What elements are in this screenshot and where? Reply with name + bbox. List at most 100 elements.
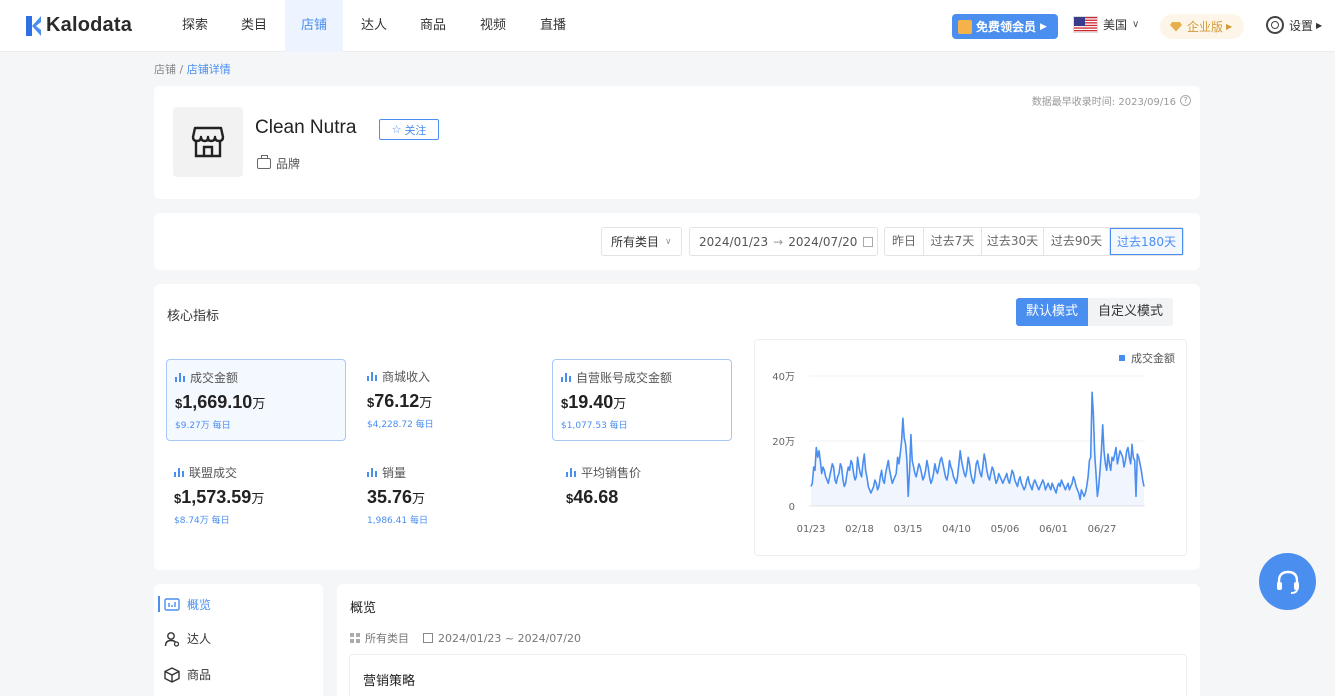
core-metrics-title: 核心指标 bbox=[167, 309, 220, 324]
headset-icon bbox=[1276, 570, 1299, 594]
box-icon bbox=[164, 666, 180, 683]
x-tick-label: 06/27 bbox=[1088, 524, 1117, 535]
legend-swatch bbox=[1119, 355, 1125, 361]
metric-card-affiliate[interactable]: 联盟成交 $1,573.59万 $8.74万 每日 bbox=[166, 455, 346, 537]
chart-svg: 40万 20万 001/23 02/18 03/15 04/10 05/06 06/01 06/… bbox=[772, 372, 1145, 535]
metric-daily: $1,077.53 每日 bbox=[561, 421, 628, 431]
sidebar-item-creators[interactable]: 达人 bbox=[164, 630, 211, 647]
free-vip-button[interactable]: 免费领会员 ▶ bbox=[952, 14, 1058, 39]
free-vip-label: 免费领会员 bbox=[976, 20, 1037, 34]
x-tick-label: 01/23 bbox=[797, 524, 826, 535]
nav-item-video[interactable]: 视频 bbox=[467, 0, 519, 52]
range-yesterday[interactable]: 昨日 bbox=[885, 228, 924, 255]
metric-value: 46.68 bbox=[573, 487, 619, 507]
metric-label: 成交金额 bbox=[190, 371, 239, 385]
overview-meta: 所有类目 2024/01/23 ~ 2024/07/20 bbox=[350, 630, 581, 646]
metric-card-avg-price[interactable]: 平均销售价 $46.68 bbox=[558, 455, 738, 537]
store-header-card: Clean Nutra ☆ 关注 品牌 数据最早收录时间: 2023/09/16… bbox=[154, 86, 1200, 199]
x-tick-label: 02/18 bbox=[845, 524, 874, 535]
data-note-text: 数据最早收录时间: 2023/09/16 bbox=[1031, 97, 1176, 108]
metric-unit: 万 bbox=[412, 491, 426, 506]
star-icon: ☆ bbox=[391, 123, 402, 136]
legend-label: 成交金额 bbox=[1131, 352, 1175, 365]
follow-button[interactable]: ☆ 关注 bbox=[379, 119, 439, 140]
metric-card-gmv[interactable]: 成交金额 $1,669.10万 $9.27万 每日 bbox=[166, 359, 346, 441]
customer-support-button[interactable] bbox=[1259, 553, 1316, 610]
diamond-icon bbox=[1170, 21, 1182, 32]
category-select[interactable]: 所有类目 ∨ bbox=[601, 227, 682, 256]
nav-item-live[interactable]: 直播 bbox=[527, 0, 579, 52]
mode-toggle: 默认模式 自定义模式 bbox=[1016, 298, 1174, 326]
metric-card-units-sold[interactable]: 销量 35.76万 1,986.41 每日 bbox=[359, 455, 539, 537]
gear-icon bbox=[1266, 16, 1284, 34]
store-name: Clean Nutra bbox=[255, 117, 357, 138]
metric-label-row: 销量 bbox=[367, 464, 531, 481]
region-selector[interactable]: 美国 ∨ bbox=[1073, 16, 1139, 33]
chart-legend: 成交金额 bbox=[1119, 350, 1175, 366]
metric-daily: $9.27万 每日 bbox=[175, 421, 231, 431]
breadcrumb-parent[interactable]: 店铺 bbox=[154, 63, 176, 76]
logo-text: Kalodata bbox=[46, 14, 133, 36]
logo-mark-icon bbox=[26, 15, 42, 36]
caret-right-icon: ▶ bbox=[1316, 20, 1323, 30]
gift-icon bbox=[958, 19, 972, 34]
filter-bar: 所有类目 ∨ 2024/01/23 → 2024/07/20 昨日 过去7天 过… bbox=[154, 213, 1200, 270]
bar-chart-icon bbox=[367, 372, 377, 381]
metric-label: 商城收入 bbox=[382, 370, 431, 384]
marketing-strategy-box: 营销策略 bbox=[349, 654, 1187, 696]
chevron-down-icon: ∨ bbox=[665, 236, 672, 247]
x-tick-label: 03/15 bbox=[894, 524, 923, 535]
nav-item-explore[interactable]: 探索 bbox=[169, 0, 221, 52]
metric-unit: 万 bbox=[252, 396, 266, 411]
metric-label: 联盟成交 bbox=[189, 466, 238, 480]
x-tick-label: 05/06 bbox=[991, 524, 1020, 535]
enterprise-button[interactable]: 企业版 ▶ bbox=[1160, 14, 1244, 39]
kalodata-logo[interactable]: Kalodata bbox=[26, 14, 132, 37]
bar-chart-icon bbox=[175, 373, 185, 382]
help-icon[interactable]: ? bbox=[1180, 95, 1191, 106]
metric-label-row: 自营账号成交金额 bbox=[561, 369, 723, 386]
calendar-icon bbox=[423, 633, 433, 643]
us-flag-icon bbox=[1073, 16, 1098, 33]
default-mode-button[interactable]: 默认模式 bbox=[1016, 298, 1089, 326]
metric-value: 35.76 bbox=[367, 487, 413, 507]
chat-chart-icon bbox=[164, 597, 180, 613]
range-7-days[interactable]: 过去7天 bbox=[924, 228, 982, 255]
bar-chart-icon bbox=[367, 468, 377, 477]
metric-card-self-account-gmv[interactable]: 自营账号成交金额 $19.40万 $1,077.53 每日 bbox=[552, 359, 732, 441]
sidebar-item-overview[interactable]: 概览 bbox=[158, 596, 211, 613]
store-avatar bbox=[173, 107, 243, 177]
range-30-days[interactable]: 过去30天 bbox=[982, 228, 1044, 255]
metric-daily: $4,228.72 每日 bbox=[367, 420, 434, 430]
metric-label-row: 商城收入 bbox=[367, 368, 531, 385]
nav-item-creator[interactable]: 达人 bbox=[348, 0, 400, 52]
follow-label: 关注 bbox=[404, 123, 427, 137]
y-tick-label: 0 bbox=[789, 502, 795, 513]
metric-value: 76.12 bbox=[374, 391, 420, 411]
metric-value-row: $46.68 bbox=[566, 487, 730, 508]
custom-mode-button[interactable]: 自定义模式 bbox=[1088, 298, 1174, 326]
breadcrumb-separator: / bbox=[176, 63, 187, 76]
overview-category: 所有类目 bbox=[365, 632, 409, 645]
nav-item-shop[interactable]: 店铺 bbox=[285, 0, 343, 52]
marketing-strategy-title: 营销策略 bbox=[363, 674, 416, 689]
metric-label-row: 联盟成交 bbox=[174, 464, 338, 481]
nav-item-product[interactable]: 商品 bbox=[407, 0, 459, 52]
range-90-days[interactable]: 过去90天 bbox=[1044, 228, 1110, 255]
metric-card-mall-revenue[interactable]: 商城收入 $76.12万 $4,228.72 每日 bbox=[359, 359, 539, 441]
data-collection-note: 数据最早收录时间: 2023/09/16 ? bbox=[1032, 93, 1191, 108]
overview-title: 概览 bbox=[350, 601, 377, 616]
metric-value: 1,573.59 bbox=[181, 487, 252, 507]
date-end: 2024/07/20 bbox=[788, 234, 858, 249]
active-indicator bbox=[158, 596, 160, 612]
date-range-picker[interactable]: 2024/01/23 → 2024/07/20 bbox=[689, 227, 878, 256]
metric-daily: $8.74万 每日 bbox=[174, 516, 230, 526]
range-180-days[interactable]: 过去180天 bbox=[1110, 228, 1183, 255]
grid-icon bbox=[350, 633, 360, 643]
caret-right-icon: ▶ bbox=[1226, 22, 1233, 31]
y-tick-label: 40万 bbox=[772, 372, 795, 383]
settings-button[interactable]: 设置 ▶ bbox=[1266, 16, 1322, 34]
metric-value-row: $19.40万 bbox=[561, 392, 723, 413]
sidebar-item-products[interactable]: 商品 bbox=[164, 666, 211, 683]
nav-item-category[interactable]: 类目 bbox=[228, 0, 280, 52]
